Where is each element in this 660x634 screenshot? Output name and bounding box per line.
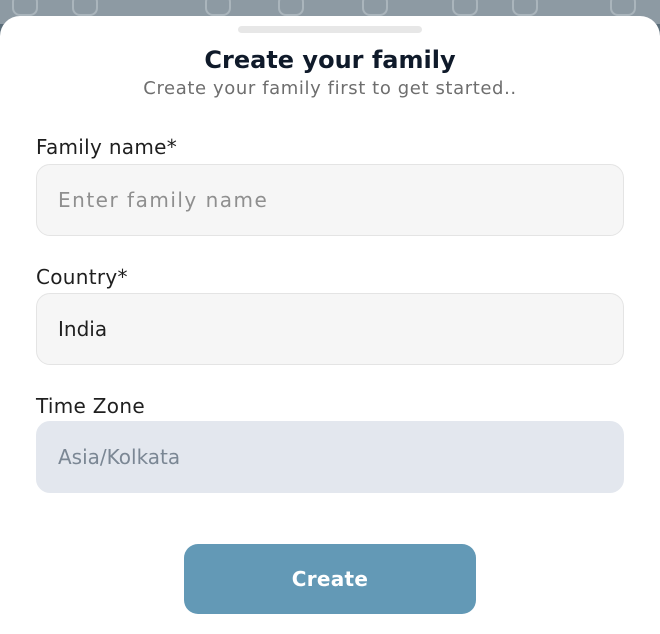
country-value: India bbox=[58, 317, 108, 341]
time-zone-field: Asia/Kolkata bbox=[36, 421, 624, 493]
decorative-background-icon bbox=[452, 0, 478, 16]
time-zone-label: Time Zone bbox=[36, 394, 145, 418]
family-name-label: Family name* bbox=[36, 135, 178, 159]
decorative-background-icon bbox=[72, 0, 98, 16]
decorative-background-icon bbox=[512, 0, 538, 16]
create-family-sheet: Create your family Create your family fi… bbox=[0, 16, 660, 634]
sheet-title: Create your family bbox=[204, 46, 456, 74]
decorative-background-icon bbox=[610, 0, 636, 16]
create-button[interactable]: Create bbox=[184, 544, 476, 614]
country-label: Country* bbox=[36, 265, 128, 289]
sheet-subtitle: Create your family first to get started.… bbox=[143, 78, 517, 99]
country-field[interactable]: India bbox=[36, 293, 624, 365]
family-name-input[interactable] bbox=[36, 164, 624, 236]
decorative-background-icon bbox=[278, 0, 304, 16]
time-zone-value: Asia/Kolkata bbox=[58, 445, 181, 469]
decorative-background-icon bbox=[12, 0, 38, 16]
decorative-background-icon bbox=[205, 0, 231, 16]
decorative-background-icon bbox=[362, 0, 388, 16]
sheet-drag-handle[interactable] bbox=[238, 26, 422, 33]
